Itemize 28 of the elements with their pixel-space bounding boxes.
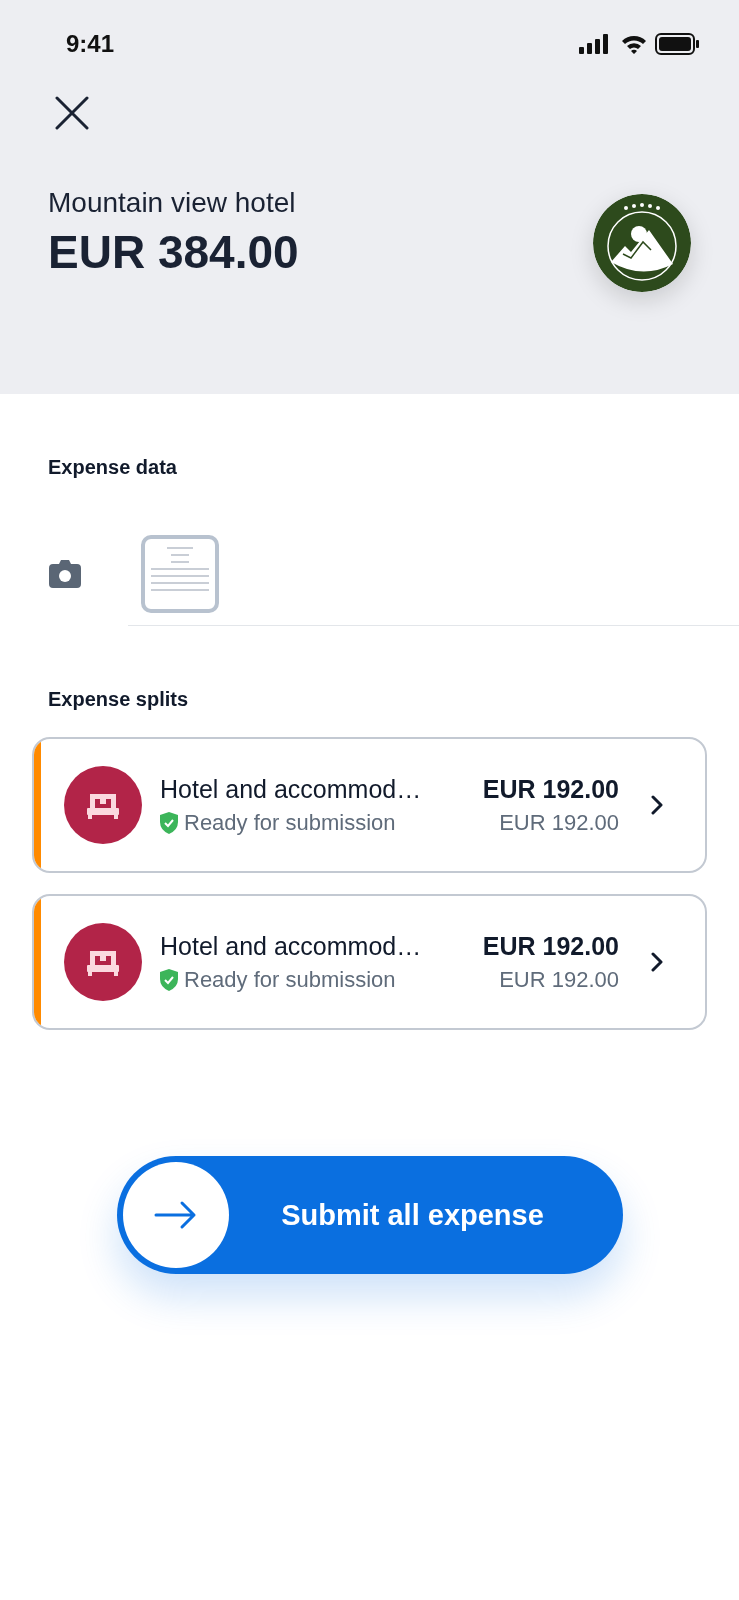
category-name: Hotel and accommod… bbox=[160, 931, 423, 961]
split-amount: EUR 192.00 bbox=[482, 931, 619, 961]
arrow-right-icon bbox=[153, 1200, 198, 1230]
bed-icon bbox=[64, 766, 142, 844]
bed-icon bbox=[64, 923, 142, 1001]
section-title: Expense splits bbox=[48, 688, 190, 711]
status-time: 9:41 bbox=[66, 30, 115, 58]
chevron-right-icon bbox=[651, 795, 663, 815]
chevron-right-icon bbox=[651, 952, 663, 972]
converted-amount: EUR 192.00 bbox=[498, 966, 619, 993]
split-amount: EUR 192.00 bbox=[482, 774, 619, 804]
converted-amount: EUR 192.00 bbox=[498, 809, 619, 836]
merchant-name: Mountain view hotel bbox=[48, 187, 297, 219]
total-amount: EUR 384.00 bbox=[48, 225, 299, 279]
submit-slider-button[interactable]: Submit all expense bbox=[116, 1156, 623, 1274]
check-shield-icon bbox=[160, 968, 178, 991]
wifi-icon bbox=[621, 34, 647, 54]
expense-split-card[interactable]: Hotel and accommod… Ready for submission EUR 192.00 EUR 192.00 bbox=[32, 894, 707, 1030]
receipt-thumbnail[interactable] bbox=[141, 535, 219, 613]
expense-split-card[interactable]: Hotel and accommod… Ready for submission EUR 192.00 EUR 192.00 bbox=[32, 737, 707, 873]
close-icon[interactable] bbox=[55, 96, 89, 130]
camera-icon[interactable] bbox=[49, 560, 81, 588]
category-name: Hotel and accommod… bbox=[160, 774, 423, 804]
section-title: Expense data bbox=[48, 456, 178, 479]
status-text: Ready for submission bbox=[184, 809, 396, 836]
status-text: Ready for submission bbox=[184, 966, 396, 993]
battery-icon bbox=[655, 33, 699, 55]
check-shield-icon bbox=[160, 811, 178, 834]
